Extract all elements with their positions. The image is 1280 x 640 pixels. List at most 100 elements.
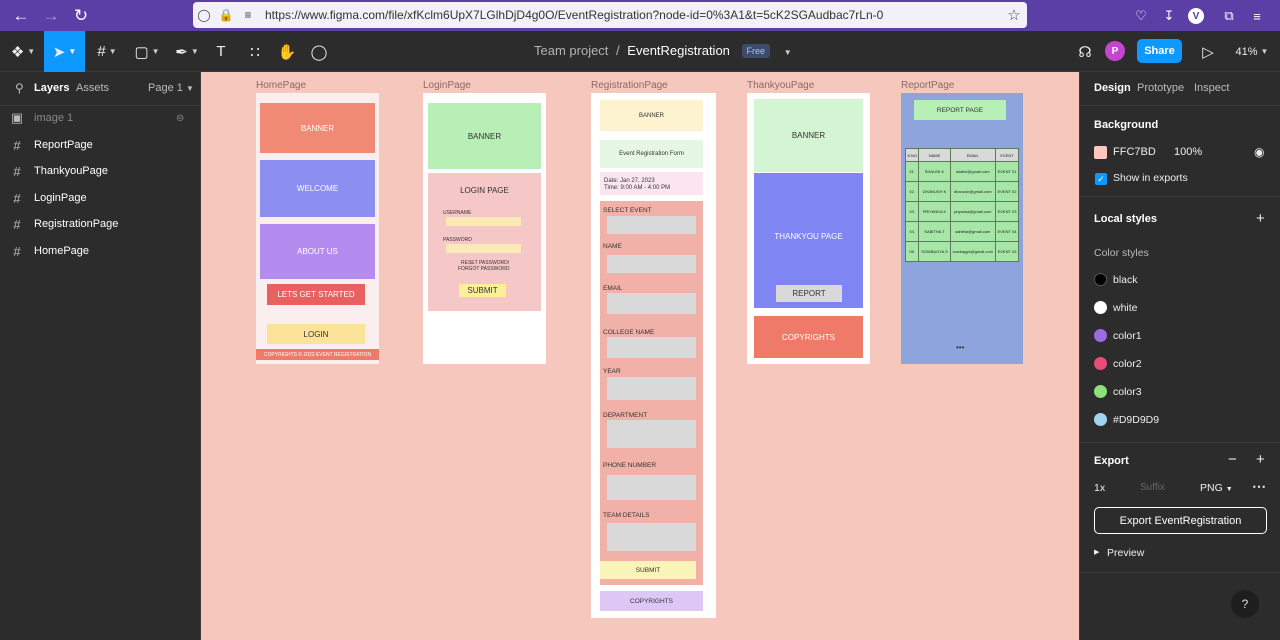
tab-layers[interactable]: Layers <box>34 82 69 94</box>
tab-prototype[interactable]: Prototype <box>1137 82 1184 94</box>
rectangle-icon: ▢ <box>134 43 149 61</box>
frame-label-homepage[interactable]: HomePage <box>256 80 306 91</box>
file-name[interactable]: EventRegistration <box>627 43 730 58</box>
reg-submit-button[interactable]: SUBMIT <box>600 561 696 579</box>
add-style-plus-icon[interactable]: + <box>1256 210 1265 227</box>
extensions-icon[interactable]: ⧉ <box>1218 5 1240 27</box>
export-format-select[interactable]: PNG ▼ <box>1200 482 1233 494</box>
reportpage-frame[interactable]: REPORT PAGE S.NO NAME EMAIL EVENT 01. SH… <box>901 93 1023 364</box>
forgot-password-link[interactable]: FORGOT PASSWORD <box>458 266 509 272</box>
add-export-plus-icon[interactable]: + <box>1256 451 1265 468</box>
present-play-icon[interactable]: ▷ <box>1196 31 1220 72</box>
username-label: USERNAME <box>443 210 472 216</box>
export-button[interactable]: Export EventRegistration <box>1094 507 1267 534</box>
reload-icon[interactable]: ↻ <box>66 0 96 31</box>
remove-export-minus-icon[interactable]: − <box>1228 451 1237 468</box>
share-button[interactable]: Share <box>1137 39 1182 63</box>
help-button[interactable]: ? <box>1231 590 1259 618</box>
phone-number-field[interactable] <box>607 475 696 500</box>
homepage-frame[interactable]: BANNER WELCOME ABOUT US LETS GET STARTED… <box>256 93 379 364</box>
registrationpage-frame[interactable]: BANNER Event Registration Form Date: Jan… <box>591 93 716 618</box>
year-field[interactable] <box>607 377 696 400</box>
frame-label-registrationpage[interactable]: RegistrationPage <box>591 80 668 91</box>
tab-design[interactable]: Design <box>1094 82 1131 94</box>
url-text[interactable]: https://www.figma.com/file/xfKclm6UpX7LG… <box>259 8 1001 22</box>
home-cta-button[interactable]: LETS GET STARTED <box>267 284 365 305</box>
move-tool-button[interactable]: ➤ ▼ <box>44 31 85 72</box>
menu-icon[interactable]: ≡ <box>1246 5 1268 27</box>
layer-image-1[interactable]: ▣ image 1 ⊜ <box>0 105 200 131</box>
layer-registrationpage[interactable]: # RegistrationPage <box>0 211 200 237</box>
hidden-eye-icon[interactable]: ⊜ <box>176 113 184 124</box>
shape-tool-button[interactable]: ▢ ▼ <box>128 31 166 72</box>
main-menu-button[interactable]: ❖ ▼ <box>4 31 42 72</box>
background-swatch[interactable] <box>1094 146 1107 159</box>
color-style-color3[interactable]: color3 <box>1113 386 1142 398</box>
pen-tool-button[interactable]: ✒ ▼ <box>168 31 206 72</box>
frame-tool-button[interactable]: # ▼ <box>88 31 126 72</box>
profile-avatar[interactable]: V <box>1188 8 1204 24</box>
login-submit-button[interactable]: SUBMIT <box>459 284 506 297</box>
layer-thankyoupage[interactable]: # ThankyouPage <box>0 158 200 184</box>
back-arrow-icon[interactable]: ← <box>6 0 36 31</box>
zoom-menu[interactable]: 41% ▼ <box>1232 31 1272 72</box>
password-field[interactable] <box>446 244 521 253</box>
background-opacity[interactable]: 100% <box>1174 146 1202 158</box>
layer-homepage[interactable]: # HomePage <box>0 238 200 264</box>
tab-inspect[interactable]: Inspect <box>1194 82 1229 94</box>
color-style-color2[interactable]: color2 <box>1113 358 1142 370</box>
team-details-field[interactable] <box>607 523 696 551</box>
bookmark-star-icon[interactable]: ☆ <box>1001 6 1027 24</box>
table-cell: SHALINI K <box>918 161 951 182</box>
design-canvas[interactable]: HomePage BANNER WELCOME ABOUT US LETS GE… <box>201 72 1079 640</box>
layer-reportpage[interactable]: # ReportPage <box>0 132 200 158</box>
department-field[interactable] <box>607 420 696 448</box>
loginpage-frame[interactable]: BANNER LOGIN PAGE USERNAME PASSWORD RESE… <box>423 93 546 364</box>
home-login-button[interactable]: LOGIN <box>267 324 365 344</box>
thankyoupage-frame[interactable]: BANNER THANKYOU PAGE REPORT COPYRIGHTS <box>747 93 870 364</box>
export-suffix-input[interactable]: Suffix <box>1140 482 1165 493</box>
frame-label-thankyoupage[interactable]: ThankyouPage <box>747 80 814 91</box>
hand-tool-button[interactable]: ✋ <box>274 31 300 72</box>
layer-label: HomePage <box>34 245 90 257</box>
url-bar[interactable]: ◯ 🔒 ≡ https://www.figma.com/file/xfKclm6… <box>193 2 1027 28</box>
figma-toolbar: ❖ ▼ ➤ ▼ # ▼ ▢ ▼ ✒ ▼ T ∷ ✋ ◯ Team project / Ev… <box>0 31 1280 72</box>
color-style-white[interactable]: white <box>1113 302 1138 314</box>
download-icon[interactable]: ↧ <box>1158 5 1180 27</box>
page-selector[interactable]: Page 1 ▼ <box>148 82 194 94</box>
visibility-eye-icon[interactable]: ◉ <box>1254 145 1264 159</box>
college-name-field[interactable] <box>607 337 696 358</box>
project-name[interactable]: Team project <box>534 43 608 58</box>
preview-toggle[interactable]: Preview <box>1107 547 1144 559</box>
chevron-down-icon[interactable]: ▼ <box>784 48 792 57</box>
search-icon[interactable]: ⚲ <box>15 81 24 95</box>
color-style-d9d9d9[interactable]: #D9D9D9 <box>1113 414 1159 426</box>
user-avatar[interactable]: P <box>1105 41 1125 61</box>
permissions-icon[interactable]: ≡ <box>237 8 259 22</box>
email-field[interactable] <box>607 293 696 314</box>
color-style-color1[interactable]: color1 <box>1113 330 1142 342</box>
frame-icon: # <box>13 216 21 232</box>
text-tool-button[interactable]: T <box>208 31 234 72</box>
username-field[interactable] <box>446 217 521 226</box>
comment-tool-button[interactable]: ◯ <box>306 31 332 72</box>
frame-label-loginpage[interactable]: LoginPage <box>423 80 471 91</box>
background-hex[interactable]: FFC7BD <box>1113 146 1156 158</box>
report-button[interactable]: REPORT <box>776 285 842 302</box>
color-style-black[interactable]: black <box>1113 274 1138 286</box>
frame-label-reportpage[interactable]: ReportPage <box>901 80 954 91</box>
forward-arrow-icon[interactable]: → <box>36 0 66 31</box>
chevron-down-icon: ▼ <box>185 84 194 93</box>
select-event-field[interactable] <box>607 216 696 234</box>
chevron-right-icon[interactable]: ▶ <box>1094 548 1099 556</box>
table-cell: dhanush@gmail.com <box>949 181 997 202</box>
more-options-icon[interactable]: ⋯ <box>1252 478 1266 495</box>
resources-button[interactable]: ∷ <box>242 31 268 72</box>
pocket-icon[interactable]: ♡ <box>1130 5 1152 27</box>
headphones-icon[interactable]: ☊ <box>1072 31 1098 72</box>
layer-loginpage[interactable]: # LoginPage <box>0 185 200 211</box>
tab-assets[interactable]: Assets <box>76 82 109 94</box>
export-scale[interactable]: 1x <box>1094 482 1105 494</box>
name-field[interactable] <box>607 255 696 273</box>
show-in-exports-checkbox[interactable]: ✓ <box>1095 173 1107 185</box>
